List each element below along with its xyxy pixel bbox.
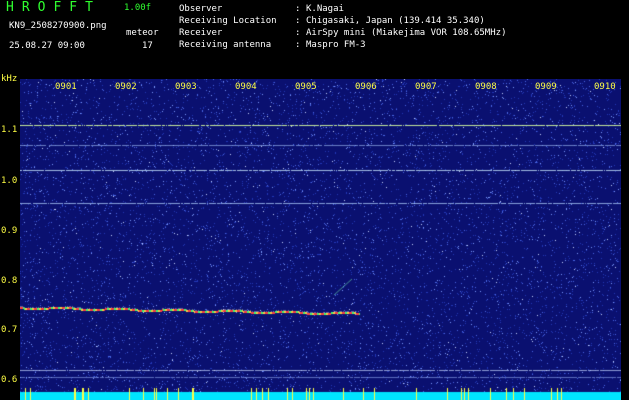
y-tick-label: 0.9 bbox=[1, 226, 18, 236]
app-title: HROFFT bbox=[6, 0, 101, 15]
meta-key: Receiver bbox=[179, 28, 223, 38]
meta-colon: : bbox=[295, 40, 301, 50]
y-tick-label: 1.1 bbox=[1, 125, 18, 135]
x-tick-label: 0909 bbox=[535, 82, 557, 92]
x-tick-label: 0901 bbox=[55, 82, 77, 92]
x-tick-label: 0902 bbox=[115, 82, 137, 92]
spectrogram-plot bbox=[20, 79, 621, 400]
x-tick-label: 0906 bbox=[355, 82, 377, 92]
meta-colon: : bbox=[295, 4, 301, 14]
meta-value: Maspro FM-3 bbox=[306, 40, 366, 50]
app-version: 1.00f bbox=[124, 3, 152, 13]
mode-label: meteor bbox=[126, 28, 159, 38]
x-tick-label: 0905 bbox=[295, 82, 317, 92]
meta-key: Observer bbox=[179, 4, 223, 14]
hrofft-window: HROFFT 1.00f KN9_2508270900.png meteor 2… bbox=[0, 0, 629, 400]
y-tick-label: 0.6 bbox=[1, 375, 18, 385]
y-tick-label: 0.7 bbox=[1, 325, 18, 335]
meta-value: AirSpy mini (Miakejima VOR 108.65MHz) bbox=[306, 28, 507, 38]
meta-colon: : bbox=[295, 28, 301, 38]
y-axis-unit: kHz bbox=[1, 74, 18, 84]
x-tick-label: 0907 bbox=[415, 82, 437, 92]
meta-key: Receiving antenna bbox=[179, 40, 272, 50]
x-tick-label: 0904 bbox=[235, 82, 257, 92]
echo-count: 17 bbox=[142, 41, 153, 51]
x-tick-label: 0908 bbox=[475, 82, 497, 92]
meta-value: Chigasaki, Japan (139.414 35.340) bbox=[306, 16, 485, 26]
meta-key: Receiving Location bbox=[179, 16, 277, 26]
timestamp: 25.08.27 09:00 bbox=[9, 41, 85, 51]
meta-colon: : bbox=[295, 16, 301, 26]
x-tick-label: 0903 bbox=[175, 82, 197, 92]
file-name: KN9_2508270900.png bbox=[9, 21, 107, 31]
x-tick-label: 0910 bbox=[594, 82, 616, 92]
y-tick-label: 0.8 bbox=[1, 276, 18, 286]
y-tick-label: 1.0 bbox=[1, 176, 18, 186]
meta-value: K.Nagai bbox=[306, 4, 344, 14]
